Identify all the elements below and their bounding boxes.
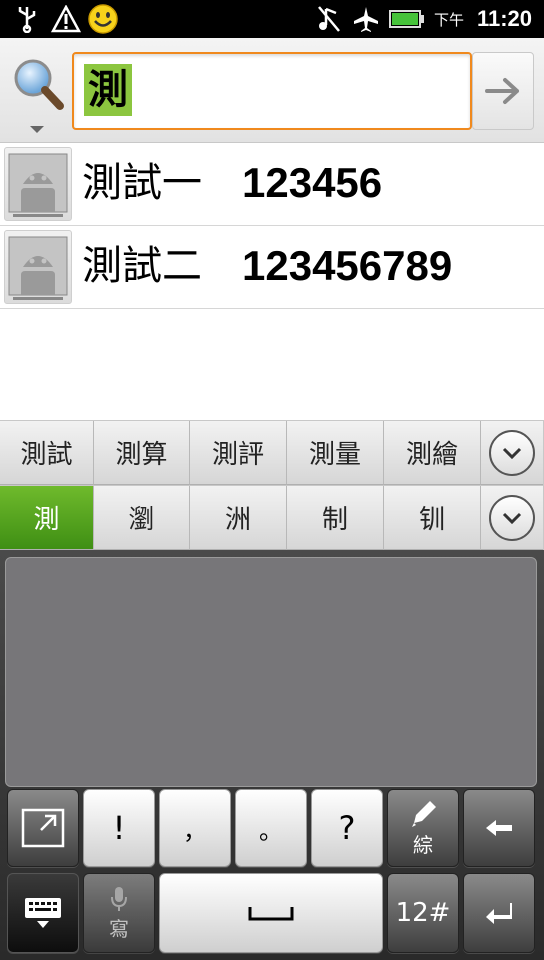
search-query-text: 測: [84, 64, 132, 116]
airplane-icon: [352, 4, 380, 34]
fullscreen-handwriting-key[interactable]: [7, 789, 79, 867]
candidate-char[interactable]: 钏: [384, 486, 481, 550]
avatar: [4, 230, 72, 304]
keyboard: ! ， 。 ? 綜 寫 12#: [0, 550, 544, 960]
list-item[interactable]: 測試二 123456789: [0, 226, 544, 309]
microphone-icon: [111, 886, 127, 911]
numeric-mode-key[interactable]: 12#: [387, 873, 459, 953]
candidate-char[interactable]: 瀏: [94, 486, 190, 550]
key-comma[interactable]: ，: [159, 789, 231, 867]
candidate-word[interactable]: 測量: [287, 421, 384, 485]
mute-icon: [316, 4, 342, 34]
candidate-char-selected[interactable]: 測: [0, 486, 94, 550]
android-contact-icon: [8, 236, 68, 300]
candidate-char[interactable]: 洲: [190, 486, 287, 550]
pen-mode-key[interactable]: 綜: [387, 789, 459, 867]
key-period[interactable]: 。: [235, 789, 307, 867]
enter-icon: [486, 903, 512, 924]
handwriting-pad[interactable]: [5, 557, 537, 787]
search-bar: 測: [0, 38, 544, 143]
space-key[interactable]: [159, 873, 383, 953]
candidate-bar: 測試 測算 測評 測量 測繪 測 瀏 洲 制 钏: [0, 420, 544, 550]
candidate-word[interactable]: 測試: [0, 421, 94, 485]
search-source-button[interactable]: [8, 56, 66, 136]
go-button[interactable]: [472, 52, 534, 130]
expand-characters-button[interactable]: [481, 486, 543, 550]
contact-number: 123456: [242, 159, 383, 206]
candidate-char[interactable]: 制: [287, 486, 384, 550]
backspace-key[interactable]: [463, 789, 535, 867]
chevron-down-icon: [489, 494, 535, 541]
warning-icon: [50, 4, 82, 34]
key-question[interactable]: ?: [311, 789, 383, 867]
keyboard-icon: [25, 898, 61, 928]
space-icon: [248, 907, 294, 921]
contact-name: 測試一: [82, 160, 202, 206]
ampm-label: 下午: [433, 11, 464, 29]
usb-icon: [14, 4, 40, 34]
expand-arrow-icon: [21, 808, 65, 848]
search-icon: [14, 59, 64, 133]
voice-input-key[interactable]: 寫: [83, 873, 155, 953]
clock: 11:20: [476, 6, 532, 31]
pen-mode-label: 綜: [413, 832, 433, 857]
candidate-word[interactable]: 測算: [94, 421, 190, 485]
contact-name: 測試二: [82, 243, 202, 289]
candidate-word[interactable]: 測評: [190, 421, 287, 485]
android-contact-icon: [8, 153, 68, 217]
keyboard-switch-key[interactable]: [7, 873, 79, 953]
key-exclamation[interactable]: !: [83, 789, 155, 867]
pencil-icon: [412, 800, 436, 827]
expand-candidates-button[interactable]: [481, 421, 543, 485]
candidate-word[interactable]: 測繪: [384, 421, 481, 485]
smiley-icon: [86, 4, 120, 34]
enter-key[interactable]: [463, 873, 535, 953]
backspace-icon: [486, 820, 512, 836]
results-list: 測試一 123456 測試二 123456789: [0, 143, 544, 420]
arrow-right-icon: [485, 78, 519, 104]
chevron-down-icon: [489, 429, 535, 476]
search-input[interactable]: 測: [72, 52, 472, 130]
avatar: [4, 147, 72, 221]
battery-icon: [388, 4, 426, 34]
status-bar: 下午 11:20: [0, 0, 544, 38]
voice-key-label: 寫: [109, 916, 129, 941]
list-item[interactable]: 測試一 123456: [0, 143, 544, 226]
contact-number: 123456789: [242, 242, 453, 289]
